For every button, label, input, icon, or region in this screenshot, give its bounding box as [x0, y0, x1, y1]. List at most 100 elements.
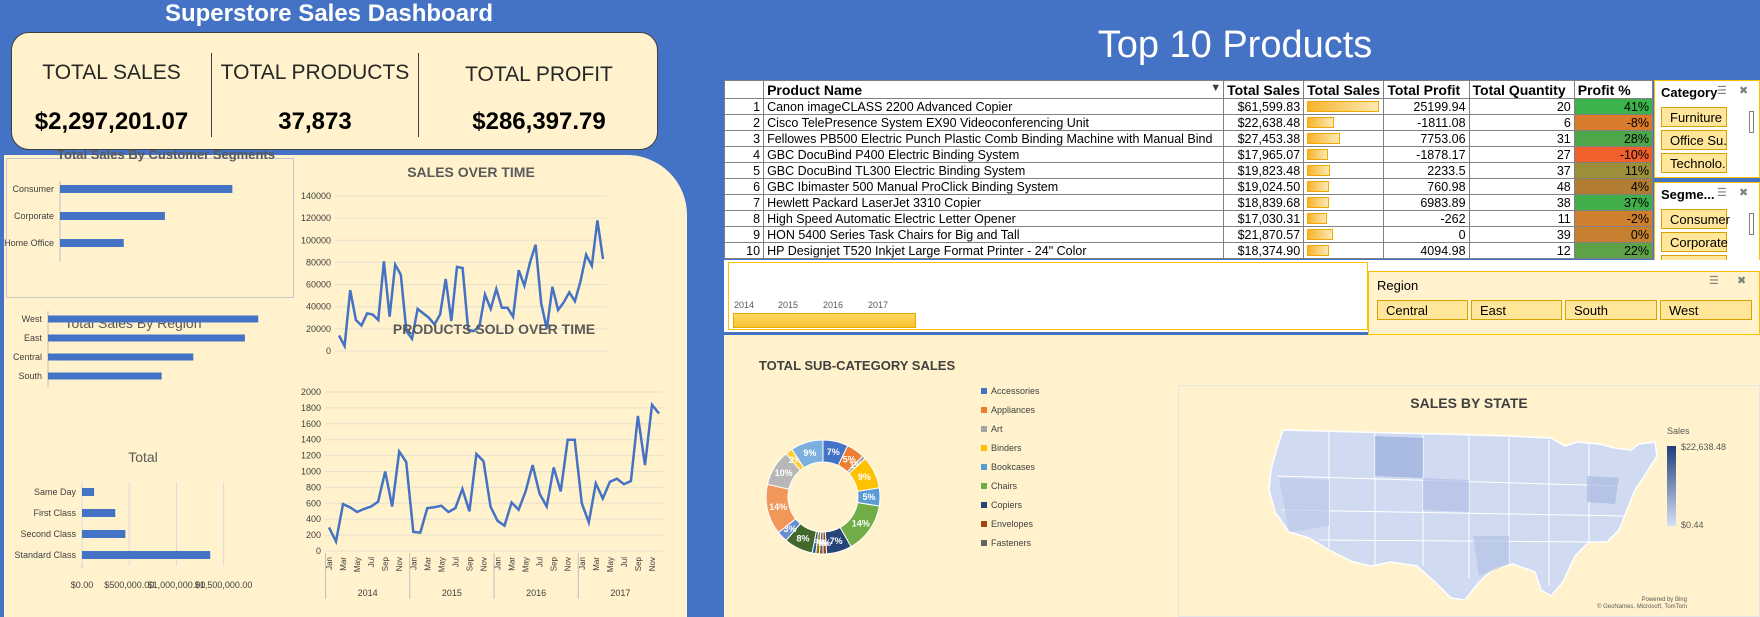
multi-select-icon[interactable]: ☰ [1717, 84, 1727, 97]
slicer-scrollbar[interactable] [1749, 111, 1754, 133]
bar [82, 488, 95, 496]
total-sales-cell: $22,638.48 [1223, 114, 1305, 131]
kpi-label: TOTAL PROFIT [465, 63, 613, 86]
total-sales-cell: $17,030.31 [1223, 210, 1305, 227]
profit-pct-cell: 0% [1573, 226, 1654, 243]
year-label: 2015 [442, 588, 462, 598]
legend-label: Copiers [991, 500, 1023, 510]
region-slicer[interactable]: Region ☰ ✖ Central East South West [1368, 271, 1760, 335]
legend-swatch [981, 521, 987, 527]
table-row[interactable]: 7 Hewlett Packard LaserJet 3310 Copier $18… [723, 194, 1654, 211]
date-timeline-slicer[interactable]: 2014 2015 2016 2017 [728, 262, 1368, 330]
filter-icon[interactable]: ▼ [1210, 82, 1221, 94]
total-sales-cell: $61,599.83 [1223, 98, 1305, 115]
slicer-item-west[interactable]: West [1660, 300, 1752, 320]
total-sales-cell: $17,965.07 [1223, 146, 1305, 163]
slice-label: 9% [858, 472, 871, 482]
multi-select-icon[interactable]: ☰ [1717, 186, 1727, 199]
table-row[interactable]: 6 GBC Ibimaster 500 Manual ProClick Bindi… [723, 178, 1654, 195]
total-quantity-cell: 20 [1468, 98, 1575, 115]
timeline-selection-bar[interactable] [733, 313, 916, 328]
slicer-item-central[interactable]: Central [1377, 300, 1468, 320]
table-row[interactable]: 3 Fellowes PB500 Electric Punch Plastic C… [723, 130, 1654, 147]
tick-label: 60000 [306, 280, 331, 290]
total-sales-cell: $18,839.68 [1223, 194, 1305, 211]
clear-filter-icon[interactable]: ✖ [1739, 186, 1748, 199]
category-label: South [18, 371, 42, 381]
legend-label: Accessories [991, 386, 1040, 396]
timeline-year[interactable]: 2014 [734, 300, 754, 310]
profit-pct-cell: -8% [1573, 114, 1654, 131]
total-quantity-header[interactable]: Total Quantity [1468, 80, 1575, 99]
table-row[interactable]: 5 GBC DocuBind TL300 Electric Binding Sys… [723, 162, 1654, 179]
profit-pct-cell: 11% [1573, 162, 1654, 179]
slicer-item-east[interactable]: East [1471, 300, 1562, 320]
slicer-item-technology[interactable]: Technolo... [1661, 153, 1727, 173]
table-row[interactable]: 10 HP Designjet T520 Inkjet Large Format … [723, 242, 1654, 259]
rank-cell: 4 [723, 146, 765, 163]
slicer-item-south[interactable]: South [1565, 300, 1657, 320]
total-profit-cell: 4094.98 [1383, 242, 1470, 259]
profit-pct-cell: 37% [1573, 194, 1654, 211]
data-bar [1307, 101, 1380, 112]
month-label: May [522, 557, 531, 572]
profit-pct-cell: 41% [1573, 98, 1654, 115]
tick-label: 800 [306, 482, 321, 492]
clear-filter-icon[interactable]: ✖ [1739, 84, 1748, 97]
legend-swatch [981, 540, 987, 546]
region-bar-chart[interactable]: Total Sales By RegionWestEastCentralSout… [13, 311, 259, 387]
segment-bar-chart[interactable]: Total Sales By Customer Segments Consumer… [4, 150, 275, 262]
rank-cell: 8 [723, 210, 765, 227]
profit-pct-cell: 22% [1573, 242, 1654, 259]
multi-select-icon[interactable]: ☰ [1709, 274, 1719, 287]
month-label: Mar [339, 557, 348, 571]
ship-mode-bar-chart[interactable]: Total Same Day First Class Second Class Stan… [14, 449, 252, 590]
sales-by-state-map[interactable]: SALES BY STATE Sales $22,638.48 $0.44 Po… [1178, 385, 1760, 617]
slicer-item-consumer[interactable]: Consumer [1661, 209, 1730, 229]
total-profit-header[interactable]: Total Profit [1383, 80, 1470, 99]
data-bar-cell [1303, 178, 1385, 195]
timeline-year[interactable]: 2015 [778, 300, 798, 310]
clear-filter-icon[interactable]: ✖ [1737, 274, 1746, 287]
table-row[interactable]: 2 Cisco TelePresence System EX90 Videocon… [723, 114, 1654, 131]
kpi-label: TOTAL SALES [42, 61, 181, 84]
table-row[interactable]: 4 GBC DocuBind P400 Electric Binding Syst… [723, 146, 1654, 163]
timeline-year[interactable]: 2017 [868, 300, 888, 310]
total-sales-bar-header[interactable]: Total Sales [1303, 80, 1385, 99]
legend-swatch [981, 445, 987, 451]
tick-label: 1200 [301, 451, 321, 461]
slicer-item-corporate[interactable]: Corporate [1661, 232, 1728, 252]
month-label: May [606, 557, 615, 572]
total-quantity-cell: 12 [1468, 242, 1575, 259]
profit-pct-cell: -2% [1573, 210, 1654, 227]
category-slicer[interactable]: Category ☰ ✖ Furniture Office Su... Tech… [1654, 80, 1760, 178]
state-highlight [1375, 436, 1423, 478]
tick-label: 0 [316, 546, 321, 556]
kpi-label: TOTAL PRODUCTS [220, 61, 410, 84]
total-profit-cell: 0 [1383, 226, 1470, 243]
chart-title: Total Sales By Customer Segments [57, 150, 275, 162]
slicer-title: Category [1661, 85, 1718, 100]
products-sold-chart[interactable]: PRODUCTS SOLD OVER TIME 0 200 400 600 800 1000… [301, 321, 663, 599]
top10-table[interactable]: Product Name ▼ Total Sales Total Sales To… [723, 80, 1654, 259]
slicer-item-furniture[interactable]: Furniture [1661, 107, 1727, 127]
bar [48, 334, 245, 342]
month-label: Jul [367, 557, 376, 567]
table-row[interactable]: 1 Canon imageCLASS 2200 Advanced Copier $6… [723, 98, 1654, 115]
subcategory-donut-chart[interactable]: TOTAL SUB-CATEGORY SALES7%5%1%9%5%14%7%1… [724, 335, 1174, 617]
slicer-scrollbar[interactable] [1749, 213, 1754, 235]
kpi-total-products: TOTAL PRODUCTS 37,873 [212, 33, 418, 151]
timeline-year[interactable]: 2016 [823, 300, 843, 310]
year-label: 2016 [526, 588, 546, 598]
product-name-cell: Hewlett Packard LaserJet 3310 Copier [763, 194, 1225, 211]
table-row[interactable]: 8 High Speed Automatic Electric Letter Op… [723, 210, 1654, 227]
total-sales-header[interactable]: Total Sales [1223, 80, 1305, 99]
legend-label: Appliances [991, 405, 1036, 415]
table-row[interactable]: 9 HON 5400 Series Task Chairs for Big and… [723, 226, 1654, 243]
profit-pct-header[interactable]: Profit % [1573, 80, 1654, 99]
product-name-header[interactable]: Product Name ▼ [763, 80, 1225, 99]
profit-pct-cell: -10% [1573, 146, 1654, 163]
slicer-item-office-supplies[interactable]: Office Su... [1661, 130, 1727, 150]
total-quantity-cell: 6 [1468, 114, 1575, 131]
legend-label: Chairs [991, 481, 1018, 491]
